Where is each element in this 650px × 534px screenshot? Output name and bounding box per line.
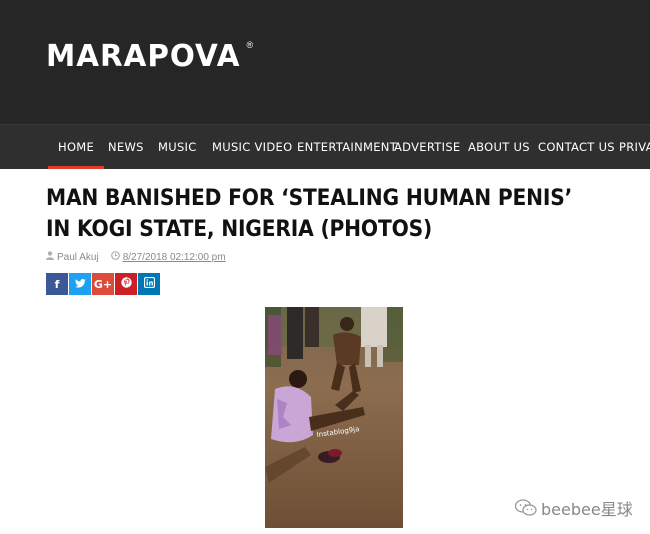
twitter-share-button[interactable] <box>69 273 91 295</box>
registered-mark: ® <box>246 40 254 50</box>
nav-advertise[interactable]: ADVERTISE <box>394 125 461 169</box>
facebook-share-button[interactable]: f <box>46 273 68 295</box>
nav-contact-us[interactable]: CONTACT US <box>538 125 615 169</box>
google-plus-icon: G+ <box>93 277 113 291</box>
main-nav: HOME NEWS MUSIC MUSIC VIDEO ENTERTAINMEN… <box>0 124 650 169</box>
article-meta: Paul Akuj 8/27/2018 02:12:00 pm <box>46 251 226 263</box>
nav-music-video[interactable]: MUSIC VIDEO <box>212 125 292 169</box>
linkedin-icon <box>143 276 155 291</box>
nav-about-us[interactable]: ABOUT US <box>468 125 530 169</box>
nav-entertainment[interactable]: ENTERTAINMENT <box>297 125 397 169</box>
watermark-text: beebee星球 <box>541 500 633 519</box>
linkedin-share-button[interactable] <box>138 273 160 295</box>
article-date[interactable]: 8/27/2018 02:12:00 pm <box>123 252 226 263</box>
pinterest-share-button[interactable] <box>115 273 137 295</box>
twitter-icon <box>74 278 86 291</box>
nav-privacy[interactable]: PRIVAC <box>619 125 650 169</box>
site-logo[interactable]: MARAPOVA ® <box>46 40 253 74</box>
article-title: MAN BANISHED FOR ‘STEALING HUMAN PENIS’ … <box>46 186 573 242</box>
wechat-icon <box>514 499 537 517</box>
share-bar: f G+ <box>46 273 161 295</box>
site-header: MARAPOVA ® <box>0 0 650 124</box>
article-photo[interactable]: Instablog9ja <box>265 307 403 528</box>
facebook-icon: f <box>54 277 60 291</box>
user-icon <box>46 251 54 263</box>
nav-home[interactable]: HOME <box>47 125 105 169</box>
article-author[interactable]: Paul Akuj <box>57 252 99 263</box>
photo-scene: Instablog9ja <box>265 307 403 528</box>
clock-icon <box>110 251 120 263</box>
nav-music[interactable]: MUSIC <box>158 125 197 169</box>
nav-news[interactable]: NEWS <box>108 125 144 169</box>
logo-text: MARAPOVA <box>46 39 241 74</box>
google-plus-share-button[interactable]: G+ <box>92 273 114 295</box>
pinterest-icon <box>120 277 132 291</box>
watermark: beebee星球 <box>514 496 633 520</box>
